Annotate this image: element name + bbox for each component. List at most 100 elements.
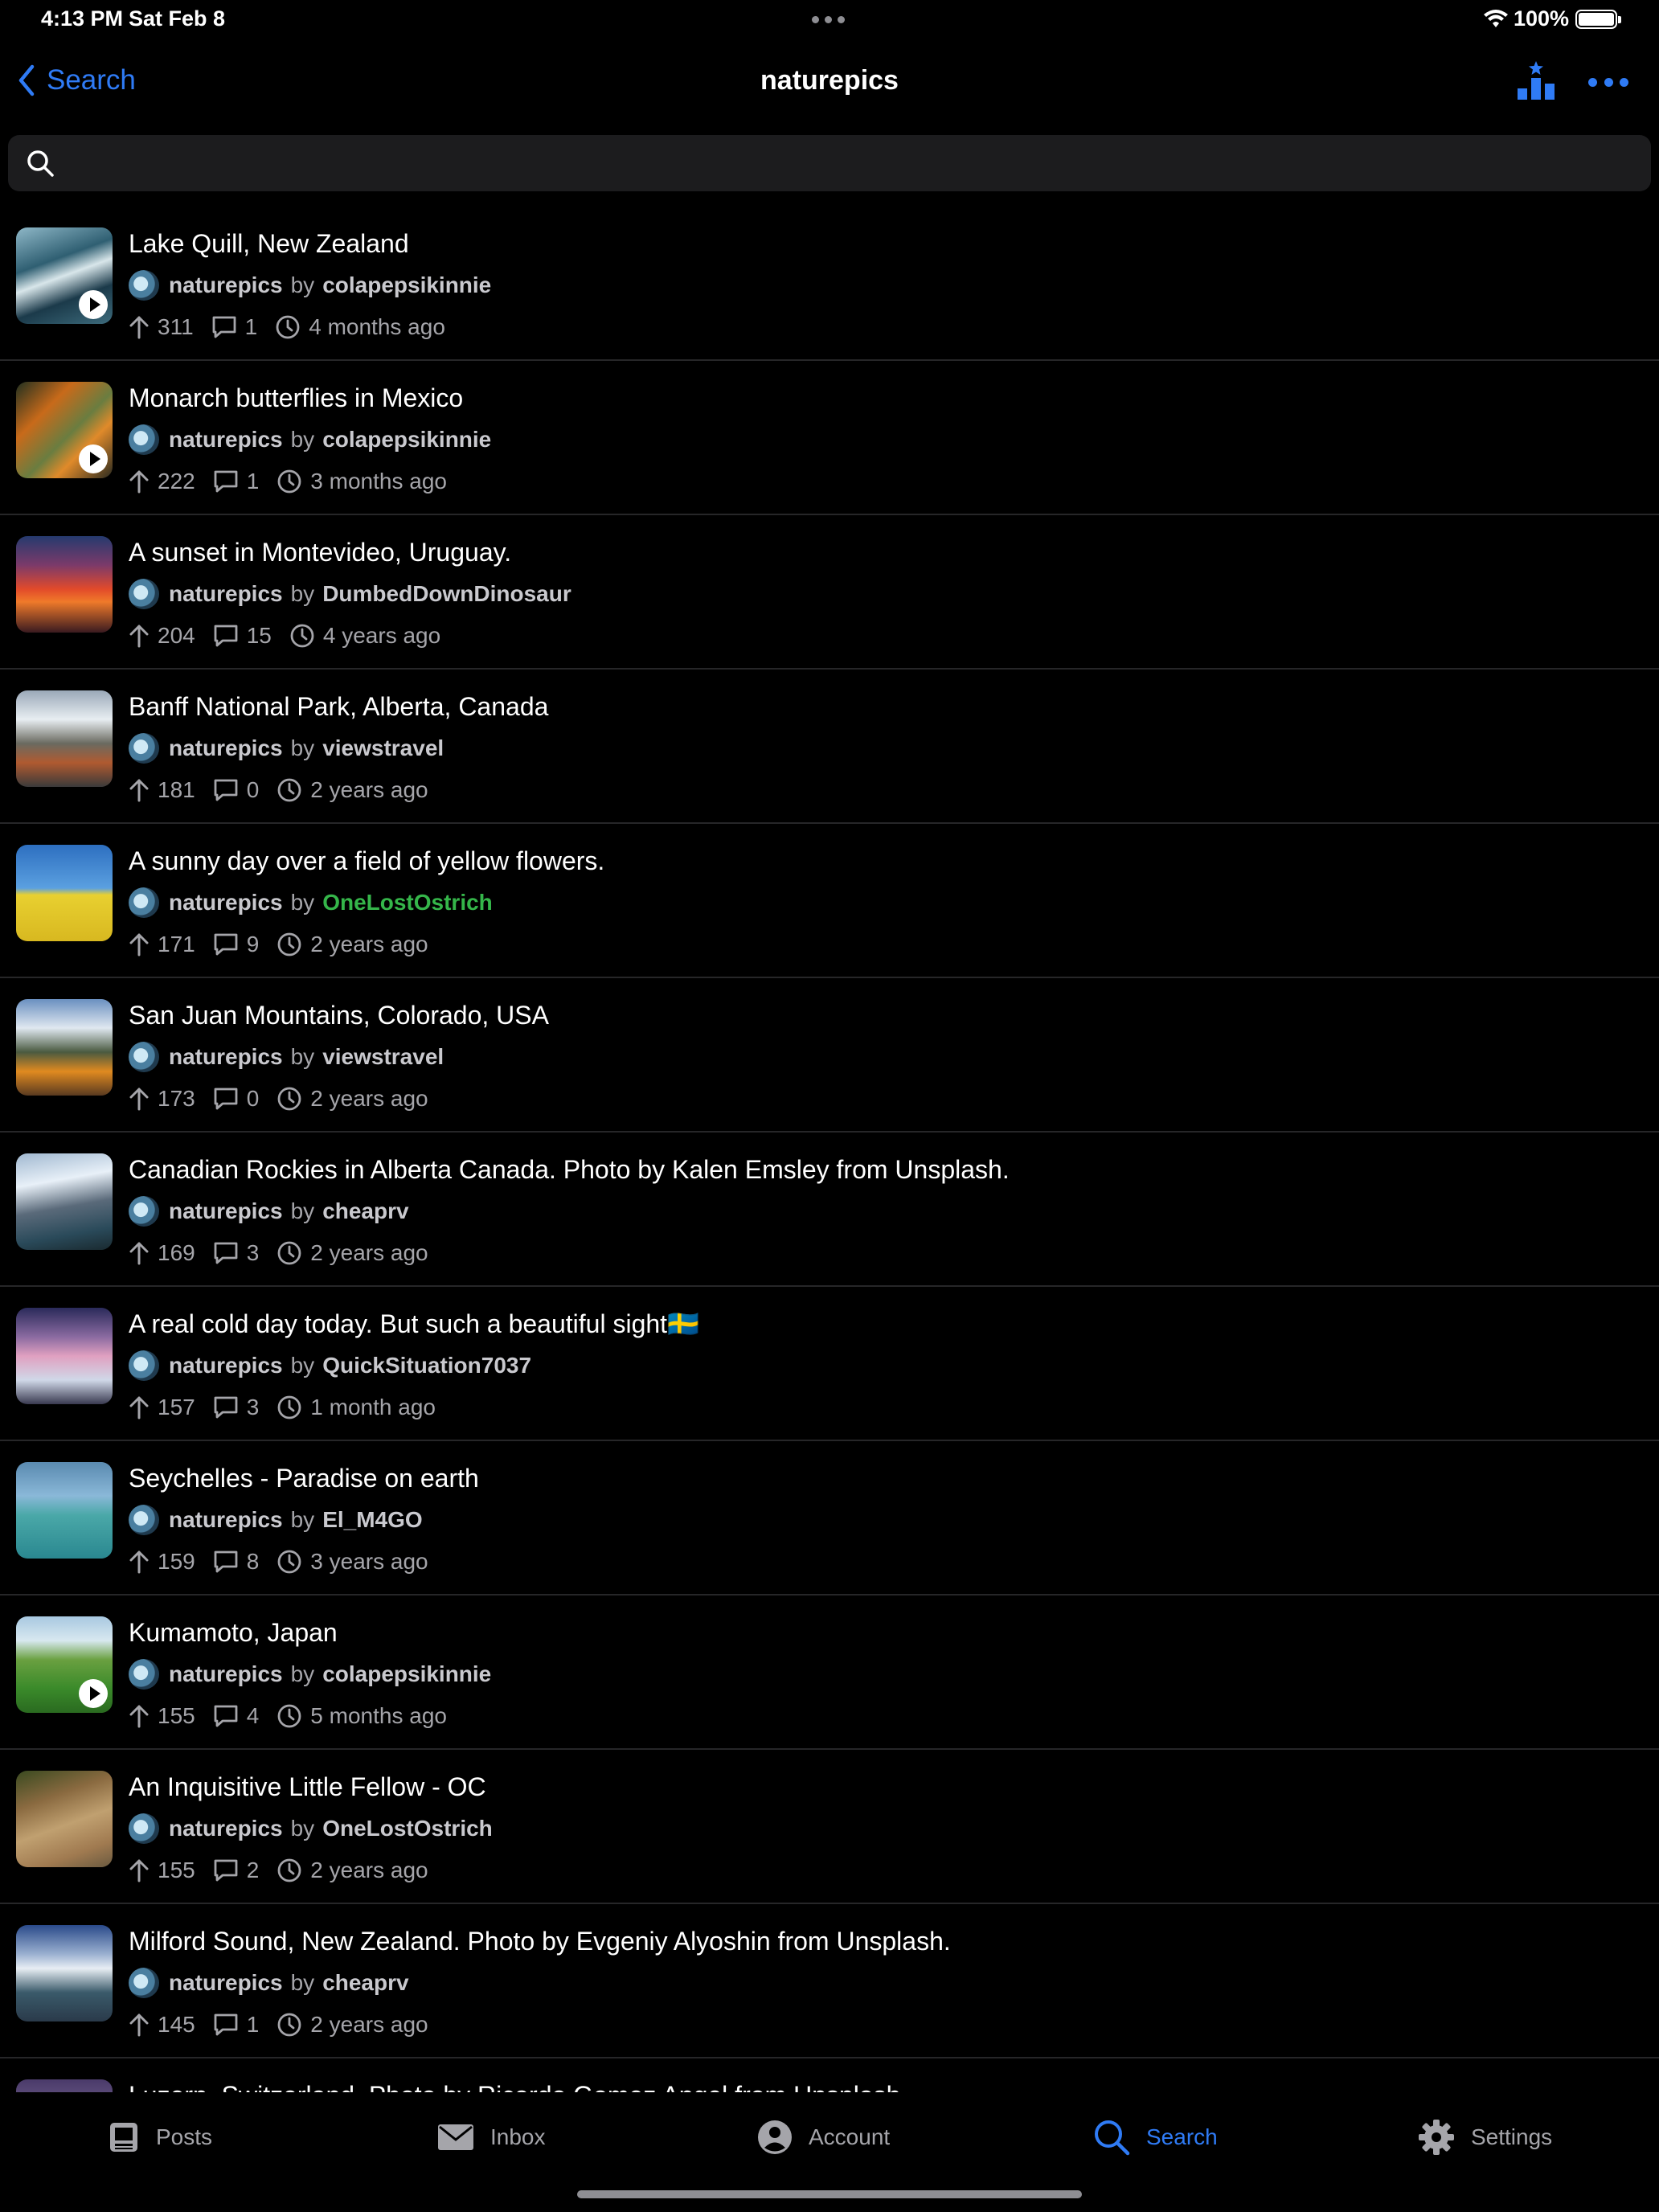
author-name[interactable]: viewstravel [322, 1044, 444, 1070]
post-stats: 181 0 2 years ago [129, 774, 446, 806]
comment-count: 1 [211, 314, 258, 340]
tab-search[interactable]: Search [1093, 2116, 1218, 2158]
community-name[interactable]: naturepics [169, 890, 283, 916]
post-row[interactable]: Luzern, Switzerland. Photo by Ricardo Go… [0, 2058, 1659, 2092]
author-name[interactable]: cheaprv [322, 1970, 408, 1996]
author-name[interactable]: El_M4GO [322, 1507, 422, 1533]
post-age: 2 years ago [276, 777, 428, 803]
comment-count: 1 [213, 469, 259, 494]
post-meta: naturepics by OneLostOstrich [129, 1813, 493, 1845]
post-row[interactable]: Lake Quill, New Zealand naturepics by colap… [0, 207, 1659, 361]
post-meta: naturepics by cheaprv [129, 1195, 409, 1227]
post-row[interactable]: Milford Sound, New Zealand. Photo by Evg… [0, 1904, 1659, 2058]
post-stats: 155 4 5 months ago [129, 1700, 465, 1732]
upvote-count: 155 [129, 1858, 195, 1883]
comment-count: 1 [213, 2012, 259, 2038]
post-thumbnail[interactable] [16, 999, 113, 1096]
post-row[interactable]: Kumamoto, Japan naturepics by colapepsikinn… [0, 1596, 1659, 1750]
tab-posts[interactable]: Posts [108, 2116, 212, 2158]
comment-value: 1 [244, 314, 258, 339]
age-value: 2 years ago [310, 777, 428, 802]
community-name[interactable]: naturepics [169, 1507, 283, 1533]
community-name[interactable]: naturepics [169, 581, 283, 607]
nav-bar: Search naturepics [0, 48, 1659, 113]
post-thumbnail[interactable] [16, 845, 113, 941]
author-name[interactable]: cheaprv [322, 1198, 408, 1224]
tab-label: Settings [1471, 2124, 1553, 2149]
community-avatar [129, 1505, 159, 1535]
search-input[interactable] [66, 135, 1633, 191]
author-name[interactable]: colapepsikinnie [322, 1661, 491, 1687]
upvote-icon [129, 1859, 149, 1882]
comment-icon [212, 316, 236, 338]
community-name[interactable]: naturepics [169, 1816, 283, 1841]
multitasking-dots[interactable] [812, 8, 847, 31]
post-thumbnail[interactable] [16, 382, 113, 478]
play-icon [79, 290, 108, 319]
clock-icon [277, 778, 301, 802]
community-avatar [129, 1813, 159, 1844]
post-row[interactable]: A real cold day today. But such a beauti… [0, 1287, 1659, 1441]
post-age: 3 months ago [276, 469, 447, 494]
post-row[interactable]: San Juan Mountains, Colorado, USA naturep… [0, 978, 1659, 1133]
community-name[interactable]: naturepics [169, 1970, 283, 1996]
author-name[interactable]: viewstravel [322, 735, 444, 761]
post-row[interactable]: A sunny day over a field of yellow flowe… [0, 824, 1659, 978]
tab-inbox[interactable]: Inbox [437, 2116, 546, 2158]
post-row[interactable]: Seychelles - Paradise on earth naturepics… [0, 1441, 1659, 1596]
post-thumbnail[interactable] [16, 2079, 113, 2092]
post-age: 1 month ago [276, 1395, 436, 1420]
clock-icon [277, 1395, 301, 1419]
author-name[interactable]: colapepsikinnie [322, 272, 491, 298]
author-name[interactable]: OneLostOstrich [322, 1816, 493, 1841]
post-thumbnail[interactable] [16, 1771, 113, 1867]
community-name[interactable]: naturepics [169, 735, 283, 761]
more-options-button[interactable] [1588, 66, 1628, 98]
author-name[interactable]: OneLostOstrich [322, 890, 493, 916]
author-name[interactable]: QuickSituation7037 [322, 1353, 531, 1378]
community-name[interactable]: naturepics [169, 1198, 283, 1224]
comment-count: 2 [213, 1858, 259, 1883]
post-thumbnail[interactable] [16, 536, 113, 633]
clock-icon [277, 1550, 301, 1574]
author-name[interactable]: DumbedDownDinosaur [322, 581, 571, 607]
community-avatar [129, 1659, 159, 1690]
community-name[interactable]: naturepics [169, 1661, 283, 1687]
post-meta: naturepics by QuickSituation7037 [129, 1350, 531, 1382]
clock-icon [290, 624, 314, 648]
post-thumbnail[interactable] [16, 1616, 113, 1713]
community-name[interactable]: naturepics [169, 1353, 283, 1378]
age-value: 5 months ago [310, 1703, 447, 1728]
post-title: A real cold day today. But such a beauti… [129, 1309, 699, 1338]
post-title: San Juan Mountains, Colorado, USA [129, 1001, 549, 1030]
post-thumbnail[interactable] [16, 1925, 113, 2022]
post-row[interactable]: Canadian Rockies in Alberta Canada. Phot… [0, 1133, 1659, 1287]
post-row[interactable]: An Inquisitive Little Fellow - OC naturep… [0, 1750, 1659, 1904]
tab-settings[interactable]: Settings [1418, 2116, 1552, 2158]
upvote-count: 157 [129, 1395, 195, 1420]
back-button[interactable]: Search [18, 59, 136, 101]
post-thumbnail[interactable] [16, 1153, 113, 1250]
post-thumbnail[interactable] [16, 690, 113, 787]
upvote-icon [129, 1088, 149, 1111]
battery-icon [1575, 10, 1621, 29]
tab-account[interactable]: Account [757, 2116, 890, 2158]
post-row[interactable]: A sunset in Montevideo, Uruguay. naturepi… [0, 515, 1659, 670]
upvote-value: 155 [158, 1703, 195, 1728]
community-name[interactable]: naturepics [169, 427, 283, 453]
post-row[interactable]: Banff National Park, Alberta, Canada natu… [0, 670, 1659, 824]
post-thumbnail[interactable] [16, 227, 113, 324]
post-thumbnail[interactable] [16, 1308, 113, 1404]
post-stats: 169 3 2 years ago [129, 1237, 446, 1269]
ranking-button[interactable] [1516, 59, 1556, 101]
author-name[interactable]: colapepsikinnie [322, 427, 491, 453]
post-row[interactable]: Monarch butterflies in Mexico naturepics b… [0, 361, 1659, 515]
search-icon [1095, 2120, 1130, 2156]
community-name[interactable]: naturepics [169, 272, 283, 298]
by-label: by [290, 1044, 315, 1069]
post-title: Seychelles - Paradise on earth [129, 1464, 479, 1493]
post-thumbnail[interactable] [16, 1462, 113, 1559]
upvote-value: 311 [158, 314, 194, 339]
community-name[interactable]: naturepics [169, 1044, 283, 1070]
search-bar[interactable] [8, 135, 1651, 191]
